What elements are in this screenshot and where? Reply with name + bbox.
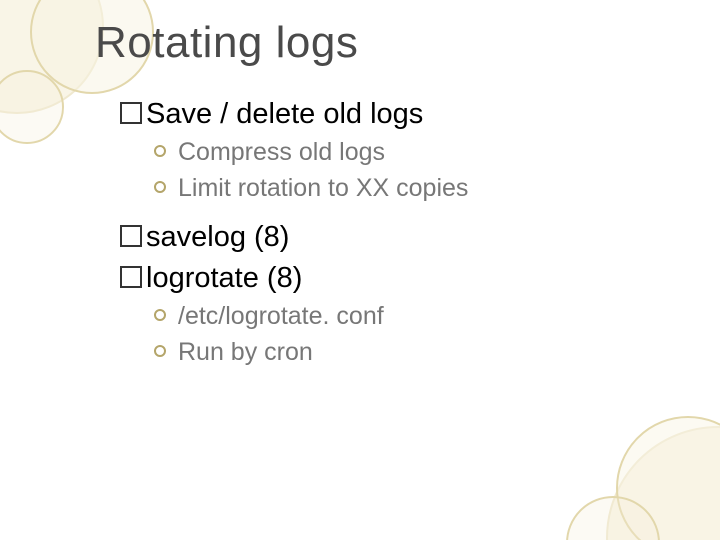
slide-content: Save / delete old logs Compress old logs…	[120, 95, 680, 371]
bullet-text: Compress old logs	[178, 138, 385, 166]
bullet-text: (8)	[259, 262, 303, 294]
bullet-text: / delete old logs	[212, 98, 423, 130]
bullet-level1: Save / delete old logs	[120, 95, 680, 134]
bullet-level2: /etc/logrotate. conf	[154, 300, 680, 334]
ring-bullet-icon	[154, 309, 166, 321]
bullet-level2: Compress old logs	[154, 136, 680, 170]
ring-bullet-icon	[154, 181, 166, 193]
ring-bullet-icon	[154, 345, 166, 357]
bullet-text: (8)	[246, 221, 290, 253]
bullet-text: /etc/logrotate. conf	[178, 302, 384, 330]
bullet-level1: savelog (8)	[120, 218, 680, 257]
slide-title: Rotating logs	[95, 18, 358, 68]
bullet-level2: Limit rotation to XX copies	[154, 172, 680, 206]
bullet-text: Run by cron	[178, 338, 313, 366]
bullet-text-bold: logrotate	[146, 262, 259, 294]
ring-bullet-icon	[154, 145, 166, 157]
square-bullet-icon	[120, 225, 142, 247]
bullet-level1: logrotate (8)	[120, 259, 680, 298]
bullet-level2: Run by cron	[154, 336, 680, 370]
square-bullet-icon	[120, 266, 142, 288]
bullet-text: Limit rotation to XX copies	[178, 174, 468, 202]
spacer	[120, 208, 680, 218]
bullet-text-bold: Save	[146, 98, 212, 130]
slide: Rotating logs Save / delete old logs Com…	[0, 0, 720, 540]
bullet-text-bold: savelog	[146, 221, 246, 253]
square-bullet-icon	[120, 102, 142, 124]
